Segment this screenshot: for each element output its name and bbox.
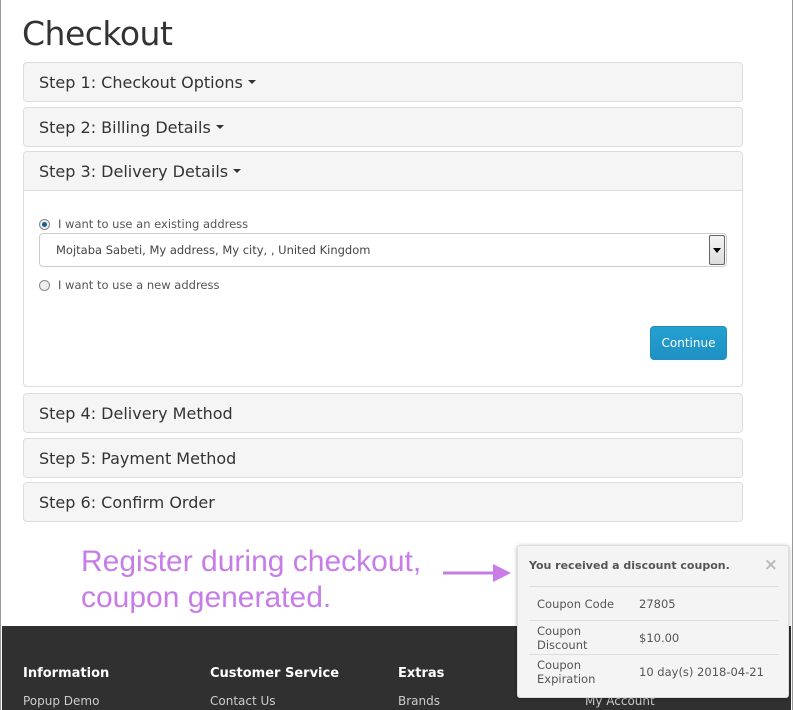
coupon-row: Coupon Code 27805 bbox=[529, 586, 779, 620]
annotation-text: Register during checkout, coupon generate… bbox=[81, 544, 421, 616]
close-icon[interactable]: × bbox=[764, 555, 778, 575]
coupon-value: 10 day(s) 2018-04-21 bbox=[639, 664, 764, 679]
coupon-row: Coupon Expiration 10 day(s) 2018-04-21 bbox=[529, 654, 779, 688]
existing-address-label: I want to use an existing address bbox=[58, 217, 249, 231]
radio-checked-icon[interactable] bbox=[39, 218, 50, 230]
step-1-panel[interactable]: Step 1: Checkout Options bbox=[23, 62, 743, 102]
footer-col-extras: Extras Brands bbox=[398, 666, 444, 708]
footer-link-contact-us[interactable]: Contact Us bbox=[210, 694, 339, 708]
footer-link-brands[interactable]: Brands bbox=[398, 694, 444, 708]
footer-link-popup-demo[interactable]: Popup Demo bbox=[23, 694, 109, 708]
caret-down-icon bbox=[233, 169, 242, 173]
step-6-title[interactable]: Step 6: Confirm Order bbox=[39, 493, 215, 512]
continue-button[interactable]: Continue bbox=[650, 326, 727, 360]
step-3-panel: Step 3: Delivery Details I want to use a… bbox=[23, 151, 743, 387]
step-4-title[interactable]: Step 4: Delivery Method bbox=[39, 404, 233, 423]
footer-heading: Extras bbox=[398, 666, 445, 681]
address-select-value: Mojtaba Sabeti, My address, My city, , U… bbox=[56, 243, 371, 257]
coupon-value: $10.00 bbox=[639, 630, 680, 645]
delivery-details-body: I want to use an existing address Mojtab… bbox=[24, 190, 742, 386]
coupon-value: 27805 bbox=[639, 596, 676, 611]
step-2-title[interactable]: Step 2: Billing Details bbox=[39, 118, 211, 137]
new-address-label: I want to use a new address bbox=[58, 278, 220, 292]
caret-down-icon bbox=[247, 80, 256, 84]
arrow-right-icon bbox=[443, 564, 511, 582]
dropdown-arrow-icon[interactable] bbox=[709, 235, 725, 265]
new-address-radio[interactable]: I want to use a new address bbox=[39, 278, 219, 292]
address-select[interactable]: Mojtaba Sabeti, My address, My city, , U… bbox=[39, 233, 727, 267]
coupon-key: Coupon Code bbox=[537, 596, 615, 611]
footer-heading: Customer Service bbox=[210, 666, 340, 681]
footer-col-customer-service: Customer Service Contact Us bbox=[210, 666, 339, 708]
step-5-panel[interactable]: Step 5: Payment Method bbox=[23, 438, 743, 478]
coupon-row: Coupon Discount $10.00 bbox=[529, 620, 779, 654]
annotation-line-1: Register during checkout, bbox=[81, 545, 422, 578]
step-5-title[interactable]: Step 5: Payment Method bbox=[39, 449, 236, 468]
popup-title: You received a discount coupon. bbox=[529, 559, 730, 572]
step-4-panel[interactable]: Step 4: Delivery Method bbox=[23, 393, 743, 433]
coupon-popup: You received a discount coupon. × Coupon… bbox=[517, 545, 789, 698]
step-3-title[interactable]: Step 3: Delivery Details bbox=[39, 162, 228, 181]
existing-address-radio[interactable]: I want to use an existing address bbox=[39, 217, 248, 231]
footer-col-information: Information Popup Demo bbox=[23, 666, 109, 708]
page-title: Checkout bbox=[22, 14, 173, 53]
step-6-panel[interactable]: Step 6: Confirm Order bbox=[23, 482, 743, 522]
radio-unchecked-icon[interactable] bbox=[39, 279, 50, 291]
caret-down-icon bbox=[215, 125, 224, 129]
footer-heading: Information bbox=[23, 666, 110, 681]
coupon-key: Coupon Discount bbox=[537, 623, 588, 652]
step-2-panel[interactable]: Step 2: Billing Details bbox=[23, 107, 743, 147]
step-1-title[interactable]: Step 1: Checkout Options bbox=[39, 73, 243, 92]
annotation-line-2: coupon generated. bbox=[81, 581, 332, 614]
coupon-key: Coupon Expiration bbox=[537, 657, 596, 686]
